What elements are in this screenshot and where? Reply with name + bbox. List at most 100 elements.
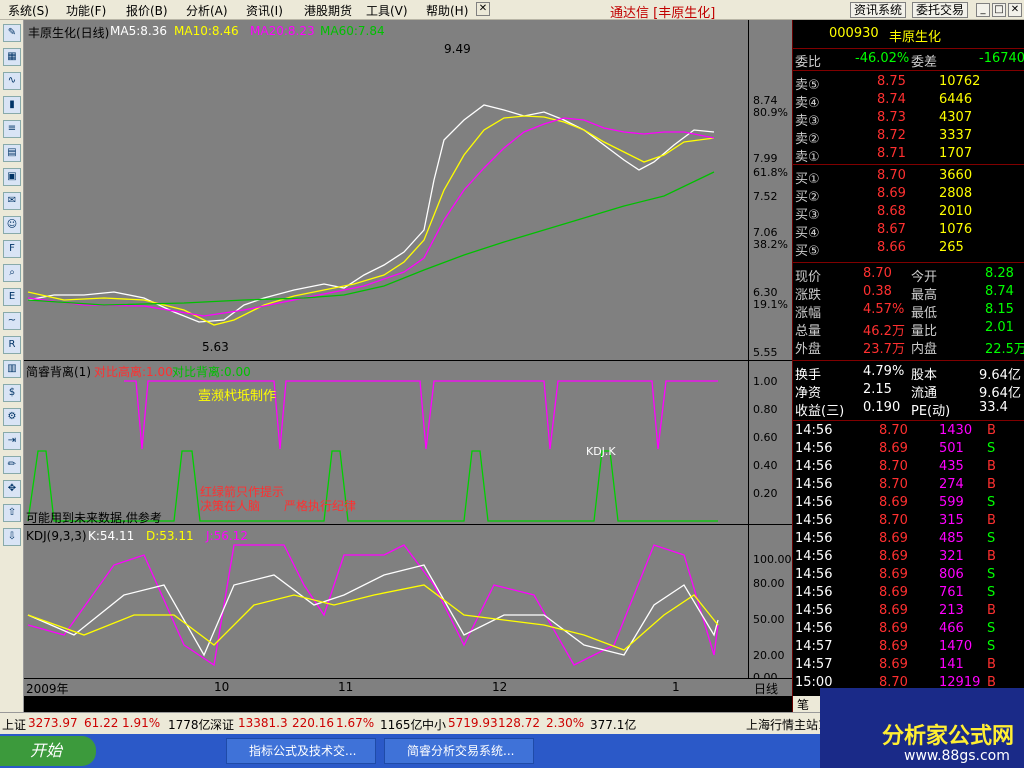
- sh-amount: 1778亿: [168, 718, 211, 732]
- menu-info[interactable]: 资讯(I): [246, 2, 283, 19]
- ind1-yaxis: 1.00 0.80 0.60 0.40 0.20: [748, 361, 792, 524]
- order-label: 买⑤: [795, 244, 820, 259]
- menu-analysis[interactable]: 分析(A): [186, 2, 228, 19]
- divider: [793, 164, 1024, 165]
- users-icon[interactable]: ☺: [3, 216, 21, 234]
- arrow-up-icon[interactable]: ⇧: [3, 504, 21, 522]
- search-icon[interactable]: ⌕: [3, 264, 21, 282]
- logo-url: www.88gs.com: [904, 748, 1010, 764]
- site-logo: 分析家公式网 www.88gs.com: [820, 688, 1024, 768]
- ytick: 0.40: [753, 459, 778, 472]
- f10-icon[interactable]: F: [3, 240, 21, 258]
- high-label: 9.49: [444, 42, 471, 56]
- table-icon[interactable]: ▤: [3, 144, 21, 162]
- chart2-icon[interactable]: ▥: [3, 360, 21, 378]
- stat-value: 23.7万: [863, 342, 905, 357]
- ind1-note-a: 壹濒杙坻制作: [198, 389, 277, 404]
- tick-price: 8.70: [879, 459, 908, 474]
- fund-value: 9.64亿: [979, 368, 1021, 383]
- info-system-button[interactable]: 资讯系统: [850, 2, 907, 18]
- tick-row: 14:56 8.69 466 S: [793, 621, 1024, 639]
- ytick: 7.52: [753, 190, 778, 203]
- order-volume: 265: [939, 240, 964, 255]
- period-label[interactable]: 日线: [754, 680, 778, 697]
- order-volume: 2010: [939, 204, 973, 219]
- tick-side: S: [987, 585, 996, 600]
- order-volume: 3660: [939, 168, 973, 183]
- kline-panel[interactable]: 丰原生化(日线) MA5:8.36 MA10:8.46 MA20:8.23 MA…: [24, 20, 748, 360]
- tick-price: 8.69: [879, 549, 908, 564]
- mail-icon[interactable]: ✉: [3, 192, 21, 210]
- menu-hk-futures[interactable]: 港股期货: [304, 2, 352, 19]
- grid-icon[interactable]: ▦: [3, 48, 21, 66]
- ma10-label: MA10:8.46: [174, 24, 239, 38]
- rsi-icon[interactable]: R: [3, 336, 21, 354]
- candle-icon[interactable]: ▮: [3, 96, 21, 114]
- arrow-down-icon[interactable]: ⇩: [3, 528, 21, 546]
- menu-tools[interactable]: 工具(V): [366, 2, 408, 19]
- sh-label: 上证: [2, 718, 27, 732]
- order-price: 8.74: [877, 92, 906, 107]
- move-icon[interactable]: ✥: [3, 480, 21, 498]
- tick-side: B: [987, 549, 996, 564]
- kdj-title: KDJ(9,3,3): [26, 529, 87, 543]
- dollar-icon[interactable]: $: [3, 384, 21, 402]
- xaxis-label: 12: [492, 680, 508, 694]
- edit-icon[interactable]: ✎: [3, 24, 21, 42]
- tick-side: S: [987, 639, 996, 654]
- x-axis: 2009年 10 11 12 1 日线: [24, 679, 792, 696]
- ytick: 100.00: [753, 553, 792, 566]
- trade-button[interactable]: 委托交易: [912, 2, 969, 18]
- fund-row: 净资 2.15 流通 9.64亿: [793, 382, 1024, 401]
- tick-time: 14:57: [795, 639, 833, 654]
- task-button-2[interactable]: 简睿分析交易系统...: [384, 738, 534, 764]
- tick-price: 8.69: [879, 531, 908, 546]
- start-button[interactable]: 开始: [0, 736, 96, 766]
- tick-time: 14:56: [795, 621, 833, 636]
- wave-icon[interactable]: ~: [3, 312, 21, 330]
- stat-row: 总量 46.2万 量比 2.01: [793, 320, 1024, 339]
- export-icon[interactable]: ⇥: [3, 432, 21, 450]
- maximize-icon[interactable]: □: [992, 3, 1006, 17]
- close-icon[interactable]: ✕: [1008, 3, 1022, 17]
- buy-row: 买④ 8.67 1076: [793, 222, 1024, 241]
- ytick: 20.00: [753, 649, 785, 662]
- value: -46.02%: [855, 51, 910, 66]
- ind1-note-d: 严格执行纪律: [284, 499, 357, 513]
- sell-row: 卖② 8.72 3337: [793, 128, 1024, 147]
- tick-volume: 274: [939, 477, 964, 492]
- line-chart-icon[interactable]: ∿: [3, 72, 21, 90]
- sz-label: 深证: [210, 718, 235, 732]
- sh-value: 3273.97: [28, 716, 78, 730]
- kdj-panel[interactable]: KDJ(9,3,3) K:54.11 D:53.11 J:56.12: [24, 525, 748, 678]
- tick-row: 14:57 8.69 141 B: [793, 657, 1024, 675]
- menu-quote[interactable]: 报价(B): [126, 2, 168, 19]
- menu-help[interactable]: 帮助(H): [426, 2, 468, 19]
- news-icon[interactable]: ▣: [3, 168, 21, 186]
- stat-label: 量比: [911, 324, 938, 339]
- stat-value: 8.74: [985, 284, 1014, 299]
- kdj-k-label: KDJ.K: [586, 445, 616, 458]
- minimize-icon[interactable]: _: [976, 3, 990, 17]
- ma5-label: MA5:8.36: [110, 24, 167, 38]
- stat-label: 涨幅: [795, 306, 822, 321]
- task-button-1[interactable]: 指标公式及技术交...: [226, 738, 376, 764]
- menu-close-icon[interactable]: ✕: [476, 2, 490, 16]
- ytick: 0.80: [753, 403, 778, 416]
- chart-area[interactable]: 丰原生化(日线) MA5:8.36 MA10:8.46 MA20:8.23 MA…: [24, 20, 792, 696]
- menu-function[interactable]: 功能(F): [66, 2, 106, 19]
- list-icon[interactable]: ≡: [3, 120, 21, 138]
- tick-volume: 1470: [939, 639, 973, 654]
- stat-value: 2.01: [985, 320, 1014, 335]
- tick-time: 14:56: [795, 585, 833, 600]
- zx-pct: 2.30%: [546, 716, 585, 730]
- settings-icon[interactable]: ⚙: [3, 408, 21, 426]
- fund-value: 2.15: [863, 382, 892, 397]
- menu-system[interactable]: 系统(S): [8, 2, 49, 19]
- divider: [793, 262, 1024, 263]
- indicator-panel[interactable]: 简睿背离(1) 对比高离:1.00 对比背离:0.00 壹濒杙坻制作 红绿箭只作…: [24, 361, 748, 525]
- tab[interactable]: 笔: [797, 696, 809, 713]
- etf-icon[interactable]: E: [3, 288, 21, 306]
- ytick: 80.9%: [753, 106, 788, 119]
- pencil-icon[interactable]: ✏: [3, 456, 21, 474]
